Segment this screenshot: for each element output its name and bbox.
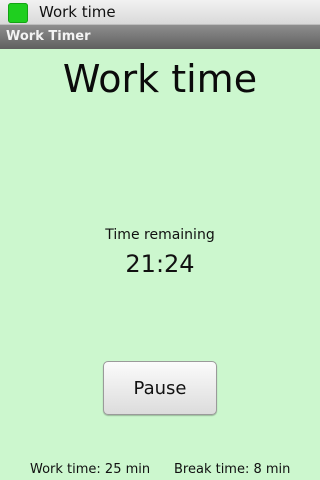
work-time-summary: Work time: 25 min <box>30 462 151 477</box>
page-title: Work time <box>62 57 258 101</box>
status-bar: Work time <box>0 0 320 25</box>
status-bar-title: Work time <box>39 3 116 21</box>
title-bar: Work Timer <box>0 25 320 49</box>
app-title: Work Timer <box>6 29 91 44</box>
break-time-summary: Break time: 8 min <box>174 462 291 477</box>
time-remaining-label: Time remaining <box>105 227 215 243</box>
pause-button[interactable]: Pause <box>103 361 217 415</box>
green-square-icon <box>8 3 28 23</box>
countdown-value: 21:24 <box>125 250 195 278</box>
